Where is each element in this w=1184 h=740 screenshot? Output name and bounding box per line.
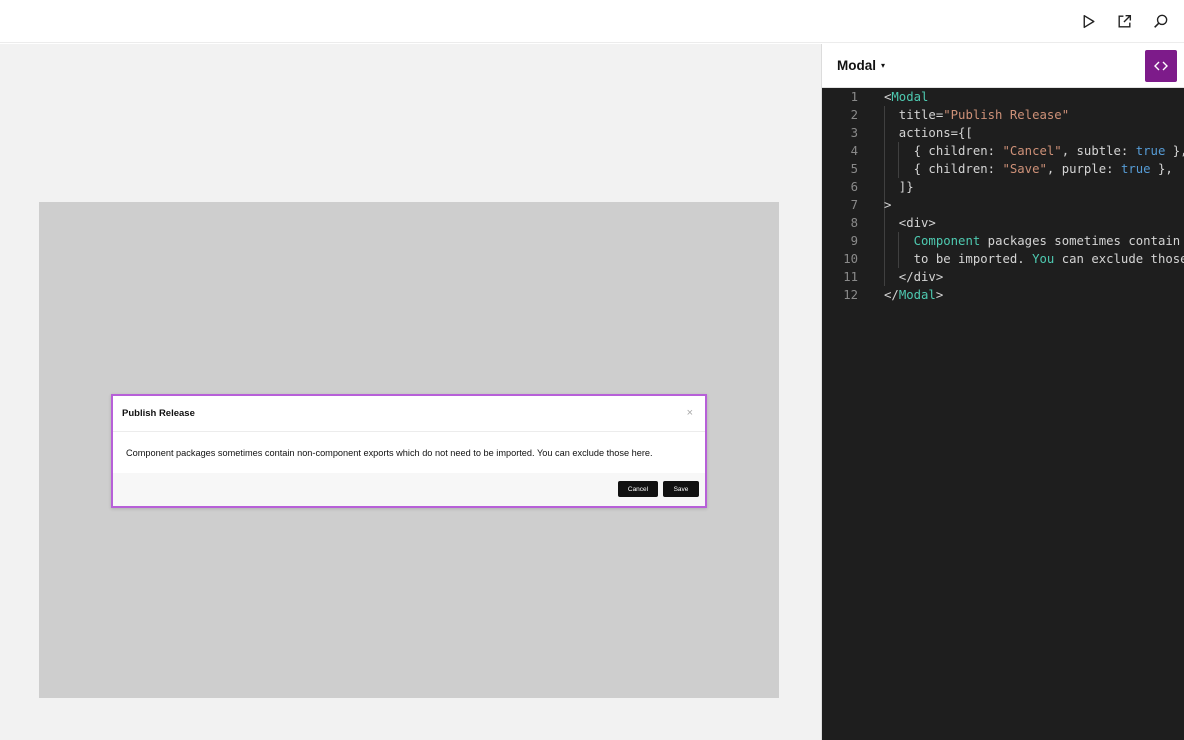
- line-number: 1: [850, 90, 858, 104]
- code-token: },: [1150, 162, 1173, 176]
- line-number: 2: [850, 108, 858, 122]
- code-text: title="Publish Release": [884, 106, 1069, 124]
- code-token: "Cancel": [1002, 144, 1062, 158]
- code-token: "Save": [1002, 162, 1047, 176]
- code-token: , purple:: [1046, 162, 1121, 176]
- caret-down-icon: ▾: [881, 61, 886, 70]
- code-panel-header: Modal ▾: [822, 44, 1184, 88]
- open-external-icon[interactable]: [1113, 10, 1135, 32]
- code-text: to be imported. You can exclude those: [884, 250, 1184, 268]
- code-line: 6 ]}: [822, 178, 1184, 196]
- top-toolbar: [0, 0, 1184, 43]
- code-line: 2 title="Publish Release": [822, 106, 1184, 124]
- play-icon[interactable]: [1077, 10, 1099, 32]
- modal-header: Publish Release ×: [113, 396, 705, 432]
- code-text: { children: "Cancel", subtle: true },: [884, 142, 1184, 160]
- code-text: ]}: [884, 178, 914, 196]
- code-icon: [1154, 61, 1168, 71]
- code-text: Component packages sometimes contain n: [884, 232, 1184, 250]
- code-token: actions={[: [884, 126, 973, 140]
- code-text: { children: "Save", purple: true },: [884, 160, 1173, 178]
- code-token: </div>: [884, 270, 944, 284]
- code-token: <div>: [884, 216, 936, 230]
- code-token: Component: [913, 234, 981, 248]
- code-line: 9 Component packages sometimes contain n: [822, 232, 1184, 250]
- line-number: 10: [843, 252, 858, 266]
- code-line: 5 { children: "Save", purple: true },: [822, 160, 1184, 178]
- code-text: >: [884, 196, 891, 214]
- code-token: to be imported.: [884, 252, 1033, 266]
- component-name: Modal: [837, 58, 876, 73]
- component-selector[interactable]: Modal ▾: [837, 58, 885, 73]
- code-line: 8 <div>: [822, 214, 1184, 232]
- code-token: >: [935, 288, 944, 302]
- code-text: actions={[: [884, 124, 973, 142]
- code-text: <div>: [884, 214, 936, 232]
- line-number: 5: [850, 162, 858, 176]
- line-number: 8: [850, 216, 858, 230]
- code-token: title=: [884, 108, 944, 122]
- code-line: 7 >: [822, 196, 1184, 214]
- code-token: You: [1032, 252, 1055, 266]
- code-toggle-button[interactable]: [1145, 50, 1177, 82]
- code-token: },: [1172, 144, 1184, 158]
- code-token: ]}: [884, 180, 914, 194]
- code-token: >: [884, 198, 892, 212]
- code-token: , subtle:: [1061, 144, 1136, 158]
- line-number: 4: [850, 144, 858, 158]
- code-line: 11 </div>: [822, 268, 1184, 286]
- line-number: 3: [850, 126, 858, 140]
- code-token: can exclude those: [1054, 252, 1184, 266]
- code-line: 10 to be imported. You can exclude those: [822, 250, 1184, 268]
- line-number: 7: [850, 198, 858, 212]
- preview-canvas: Publish Release × Component packages som…: [0, 44, 821, 740]
- code-panel: Modal ▾ 1 <Modal 2 title="Publish Release"…: [821, 44, 1184, 740]
- code-line: 12 </Modal>: [822, 286, 1184, 304]
- code-text: </div>: [884, 268, 943, 286]
- save-button[interactable]: Save: [663, 481, 699, 497]
- code-line: 3 actions={[: [822, 124, 1184, 142]
- code-token: Modal: [898, 288, 936, 302]
- code-token: </: [884, 288, 899, 302]
- code-token: { children:: [884, 144, 1003, 158]
- line-number: 12: [843, 288, 858, 302]
- line-number: 6: [850, 180, 858, 194]
- line-number: 11: [843, 270, 858, 284]
- modal-title: Publish Release: [122, 408, 195, 419]
- code-token: true: [1120, 162, 1151, 176]
- search-icon[interactable]: [1149, 10, 1171, 32]
- code-token: { children:: [884, 162, 1003, 176]
- code-line: 1 <Modal: [822, 88, 1184, 106]
- modal-body-text: Component packages sometimes contain non…: [126, 448, 653, 458]
- code-text: </Modal>: [884, 286, 943, 304]
- cancel-button[interactable]: Cancel: [618, 481, 658, 497]
- close-icon[interactable]: ×: [687, 406, 693, 420]
- code-token: "Publish Release": [943, 108, 1070, 122]
- preview-frame: Publish Release × Component packages som…: [39, 202, 779, 698]
- code-token: packages sometimes contain n: [980, 234, 1184, 248]
- code-token: Modal: [891, 90, 929, 104]
- code-text: <Modal: [884, 88, 928, 106]
- modal-dialog[interactable]: Publish Release × Component packages som…: [111, 394, 707, 508]
- modal-footer: Cancel Save: [113, 473, 705, 506]
- code-editor[interactable]: 1 <Modal 2 title="Publish Release" 3 action…: [822, 88, 1184, 740]
- line-number: 9: [850, 234, 858, 248]
- code-token: true: [1135, 144, 1166, 158]
- code-line: 4 { children: "Cancel", subtle: true },: [822, 142, 1184, 160]
